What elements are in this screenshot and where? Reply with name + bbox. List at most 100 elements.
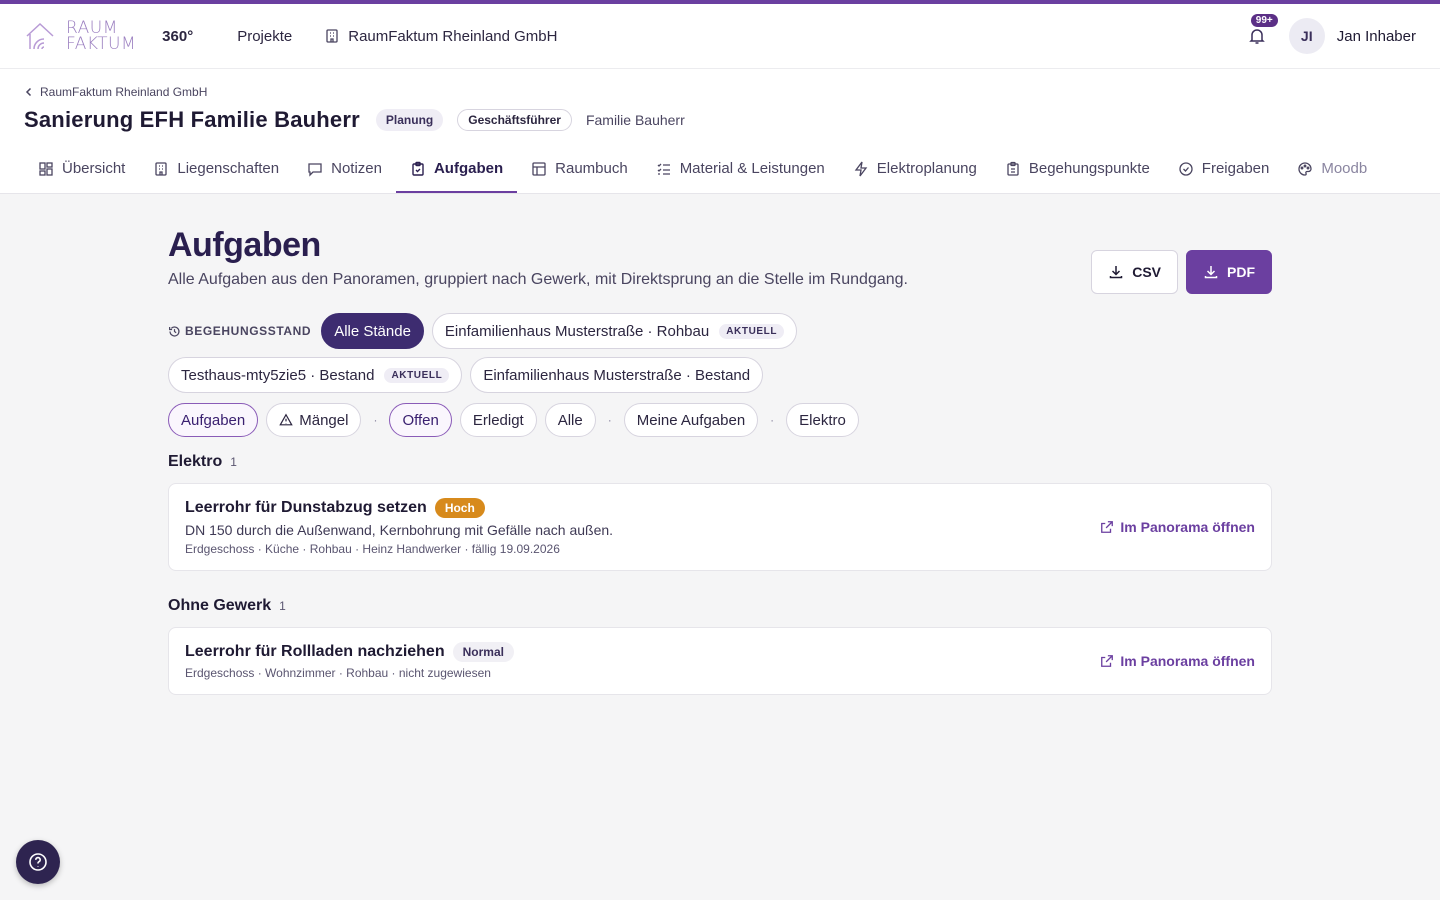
pdf-label: PDF: [1227, 264, 1255, 280]
bell-icon: [1248, 29, 1265, 44]
task-card[interactable]: Leerrohr für Dunstabzug setzen Hoch DN 1…: [168, 483, 1272, 571]
tab-freigaben[interactable]: Freigaben: [1164, 147, 1284, 193]
task-meta: Erdgeschoss · Wohnzimmer · Rohbau · nich…: [185, 666, 491, 680]
tab-liegenschaften[interactable]: Liegenschaften: [139, 147, 293, 193]
building-icon: [155, 161, 168, 176]
group-count: 1: [279, 599, 286, 613]
top-bar: RAUM FAKTUM 360° Projekte RaumFaktum Rhe…: [0, 4, 1440, 69]
group-header-ohne-gewerk: Ohne Gewerk 1: [168, 597, 1272, 615]
tab-label: Raumbuch: [555, 160, 628, 177]
stand-option-testhaus-bestand[interactable]: Testhaus-mty5zie5 · Bestand AKTUELL: [168, 357, 463, 393]
role-badge: Geschäftsführer: [457, 109, 572, 131]
filter-meine-aufgaben[interactable]: Meine Aufgaben: [623, 403, 759, 437]
tab-label: Liegenschaften: [177, 160, 280, 177]
task-title: Leerrohr für Rollladen nachziehen: [185, 643, 445, 660]
building-icon: [326, 29, 338, 43]
separator: ·: [770, 413, 775, 427]
open-link-label: Im Panorama öffnen: [1120, 653, 1255, 669]
stand-option-label: Einfamilienhaus Musterstraße · Bestand: [483, 366, 751, 384]
filter-offen[interactable]: Offen: [389, 403, 452, 437]
export-buttons: CSV PDF: [1091, 250, 1272, 294]
open-link-label: Im Panorama öffnen: [1120, 519, 1255, 535]
tab-label: Moodb: [1321, 160, 1368, 177]
open-in-panorama-link[interactable]: Im Panorama öffnen: [1100, 519, 1255, 535]
filter-aufgaben[interactable]: Aufgaben: [168, 403, 259, 437]
stand-option-efh-bestand[interactable]: Einfamilienhaus Musterstraße · Bestand: [470, 357, 764, 393]
tab-moodboard[interactable]: Moodb: [1283, 147, 1381, 193]
filter-maengel[interactable]: Mängel: [266, 403, 362, 437]
tab-label: Begehungspunkte: [1028, 160, 1150, 177]
filter-alle[interactable]: Alle: [544, 403, 596, 437]
download-icon: [1204, 266, 1218, 279]
main-content: Aufgaben Alle Aufgaben aus den Panoramen…: [168, 194, 1272, 695]
export-pdf-button[interactable]: PDF: [1186, 250, 1272, 294]
list-check-icon: [657, 163, 670, 175]
priority-badge: Normal: [452, 642, 514, 662]
breadcrumb[interactable]: RaumFaktum Rheinland GmbH: [24, 85, 1416, 99]
task-card[interactable]: Leerrohr für Rollladen nachziehen Normal…: [168, 627, 1272, 695]
filter-erledigt[interactable]: Erledigt: [459, 403, 537, 437]
check-circle-icon: [1179, 161, 1193, 176]
stand-option-label: Einfamilienhaus Musterstraße · Rohbau: [444, 322, 710, 340]
nav-company-label: RaumFaktum Rheinland GmbH: [348, 27, 558, 45]
brand-wordmark: RAUM FAKTUM: [66, 18, 137, 54]
notification-badge: 99+: [1250, 14, 1278, 27]
task-filters: Aufgaben Mängel · Offen Erledigt Alle · …: [168, 403, 1272, 437]
notifications-button[interactable]: 99+: [1241, 14, 1278, 52]
help-icon: [29, 853, 47, 871]
tab-label: Elektroplanung: [876, 160, 977, 177]
tab-notizen[interactable]: Notizen: [293, 147, 396, 193]
tab-label: Material & Leistungen: [679, 160, 825, 177]
group-name: Elektro: [168, 453, 223, 470]
csv-label: CSV: [1132, 264, 1161, 280]
history-icon: [169, 325, 180, 337]
open-in-panorama-link[interactable]: Im Panorama öffnen: [1100, 653, 1255, 669]
group-header-elektro: Elektro 1: [168, 453, 1272, 471]
tab-raumbuch[interactable]: Raumbuch: [517, 147, 642, 193]
stand-option-label: Alle Stände: [334, 322, 411, 340]
group-name: Ohne Gewerk: [168, 597, 272, 614]
nav-projects[interactable]: Projekte: [237, 28, 292, 45]
task-description: DN 150 durch die Außenwand, Kernbohrung …: [185, 522, 614, 538]
brand-logo[interactable]: RAUM FAKTUM 360°: [24, 18, 193, 54]
user-name[interactable]: Jan Inhaber: [1337, 28, 1416, 45]
tab-uebersicht[interactable]: Übersicht: [24, 147, 139, 193]
note-icon: [308, 162, 322, 177]
filter-elektro[interactable]: Elektro: [786, 403, 859, 437]
project-header: RaumFaktum Rheinland GmbH Sanierung EFH …: [0, 69, 1440, 194]
tab-begehungspunkte[interactable]: Begehungspunkte: [991, 147, 1164, 193]
status-badge: Planung: [375, 109, 444, 131]
task-title: Leerrohr für Dunstabzug setzen: [185, 499, 427, 516]
client-name: Familie Bauherr: [585, 112, 685, 128]
clipboard-check-icon: [412, 161, 424, 176]
task-meta: Erdgeschoss · Küche · Rohbau · Heinz Han…: [185, 542, 560, 556]
priority-badge: Hoch: [434, 498, 485, 518]
current-tag: AKTUELL: [719, 323, 785, 339]
project-title: Sanierung EFH Familie Bauherr: [24, 107, 360, 132]
help-button[interactable]: [16, 840, 60, 884]
tab-aufgaben[interactable]: Aufgaben: [395, 147, 518, 193]
stand-filter: BEGEHUNGSSTAND Alle Stände Einfamilienha…: [168, 313, 1088, 393]
stand-option-efh-rohbau[interactable]: Einfamilienhaus Musterstraße · Rohbau AK…: [431, 313, 798, 349]
stand-filter-label: BEGEHUNGSSTAND: [168, 324, 311, 338]
clipboard-list-icon: [1007, 161, 1019, 176]
tab-label: Freigaben: [1201, 160, 1270, 177]
chevron-left-icon: [25, 87, 32, 97]
current-tag: AKTUELL: [384, 367, 450, 383]
project-tabs: Übersicht Liegenschaften Notizen Aufgabe…: [24, 147, 1416, 193]
filter-maengel-label: Mängel: [299, 411, 349, 429]
tab-label: Aufgaben: [433, 160, 504, 177]
tab-material-leistungen[interactable]: Material & Leistungen: [642, 147, 839, 193]
stand-option-alle[interactable]: Alle Stände: [321, 313, 424, 349]
grid-icon: [39, 161, 53, 176]
tab-elektroplanung[interactable]: Elektroplanung: [839, 147, 991, 193]
separator: ·: [373, 413, 378, 427]
warning-icon: [279, 413, 293, 426]
tab-label: Übersicht: [62, 160, 126, 177]
external-link-icon: [1101, 655, 1114, 667]
export-csv-button[interactable]: CSV: [1091, 250, 1178, 294]
bolt-icon: [854, 161, 868, 176]
stand-option-label: Testhaus-mty5zie5 · Bestand: [181, 366, 375, 384]
avatar[interactable]: JI: [1288, 18, 1325, 54]
nav-company[interactable]: RaumFaktum Rheinland GmbH: [324, 28, 557, 45]
